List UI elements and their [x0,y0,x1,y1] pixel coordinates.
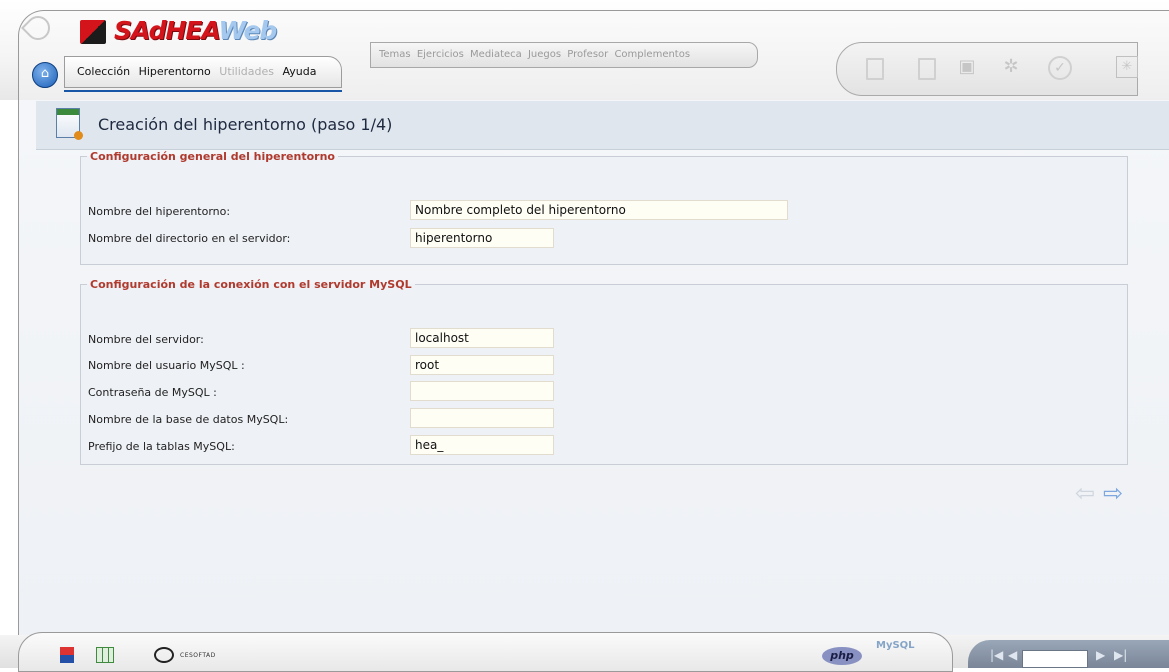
general-config-legend: Configuración general del hiperentorno [90,150,335,163]
logo-text-main: SAdHEA [114,16,219,45]
directory-name-input[interactable] [410,228,554,248]
cesoftad-logo-icon [154,647,174,663]
record-number-input[interactable] [1022,650,1088,668]
logo-text-web: Web [218,16,277,45]
home-button[interactable]: ⌂ [32,62,58,88]
menu-bar-underline [64,90,342,92]
save-icon[interactable]: ▣ [956,56,978,78]
sections-bar: Temas Ejercicios Mediateca Juegos Profes… [370,42,758,68]
server-name-input[interactable] [410,328,554,348]
app-logo: SAdHEAWeb [80,16,290,46]
home-icon: ⌂ [40,66,50,81]
next-record-icon[interactable]: ▶ [1096,648,1105,662]
server-name-label: Nombre del servidor: [88,333,204,346]
mysql-password-label: Contraseña de MySQL : [88,386,217,399]
php-logo: php [822,647,862,665]
mysql-password-input[interactable] [410,381,554,401]
accept-icon[interactable]: ✓ [1048,56,1072,80]
section-temas[interactable]: Temas [379,49,411,60]
logo-badge-icon [80,20,106,44]
menu-item-utilidades: Utilidades [219,65,275,78]
previous-step-arrow-icon: ⇦ [1075,479,1096,507]
next-step-arrow-icon[interactable]: ⇨ [1103,481,1123,505]
page-title: Creación del hiperentorno (paso 1/4) [98,115,393,134]
hiperentorno-document-icon [56,108,83,140]
last-record-icon[interactable]: ▶| [1114,648,1127,662]
menu-item-coleccion[interactable]: Colección [77,65,130,78]
open-document-icon[interactable] [918,58,936,80]
menu-bar: Colección Hiperentorno Utilidades Ayuda [64,56,342,88]
directory-name-label: Nombre del directorio en el servidor: [88,232,291,245]
database-name-input[interactable] [410,408,554,428]
mysql-user-input[interactable] [410,355,554,375]
table-prefix-input[interactable] [410,435,554,455]
database-name-label: Nombre de la base de datos MySQL: [88,413,289,426]
section-complementos[interactable]: Complementos [614,49,690,60]
hiperentorno-name-label: Nombre del hiperentorno: [88,205,231,218]
section-ejercicios[interactable]: Ejercicios [417,49,464,60]
cesoftad-label: CESOFTAD [180,652,216,659]
settings-icon[interactable]: ✲ [1000,56,1022,78]
first-record-icon[interactable]: |◀ [990,648,1003,662]
section-mediateca[interactable]: Mediateca [470,49,522,60]
star-icon[interactable]: ✳ [1116,56,1138,78]
section-profesor[interactable]: Profesor [567,49,608,60]
new-document-icon[interactable] [866,58,884,80]
menu-item-hiperentorno[interactable]: Hiperentorno [139,65,211,78]
previous-record-icon[interactable]: ◀ [1008,648,1017,662]
logo-text: SAdHEAWeb [114,16,277,45]
document-export-icon[interactable] [60,647,74,663]
table-prefix-label: Prefijo de la tablas MySQL: [88,440,235,453]
spreadsheet-icon[interactable] [96,647,114,663]
hiperentorno-name-input[interactable] [410,200,788,220]
mysql-logo-text: MySQL [876,640,915,651]
menu-item-ayuda[interactable]: Ayuda [283,65,317,78]
mysql-config-legend: Configuración de la conexión con el serv… [90,278,412,291]
section-juegos[interactable]: Juegos [528,49,561,60]
mysql-user-label: Nombre del usuario MySQL : [88,359,245,372]
mysql-logo: MySQL [876,640,915,651]
